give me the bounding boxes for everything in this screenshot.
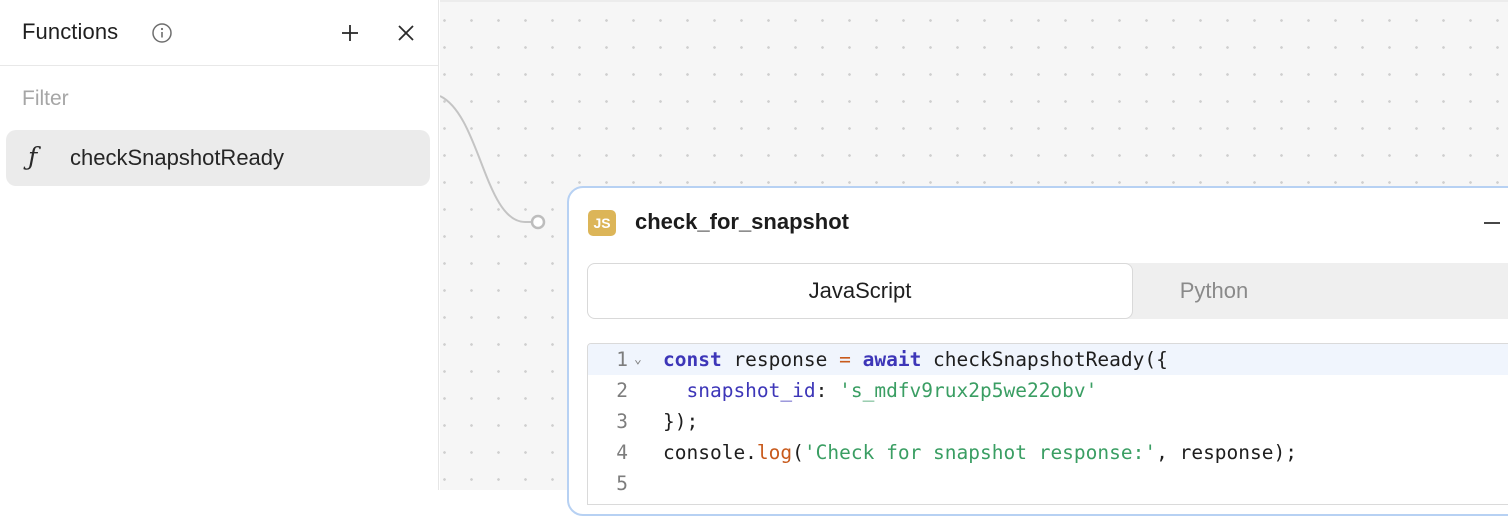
code-text: snapshot_id: 's_mdfv9rux2p5we22obv' xyxy=(686,379,1098,402)
line-number: 4 xyxy=(616,441,628,464)
code-text: }); xyxy=(663,410,699,433)
connection-edge xyxy=(440,95,546,230)
tab-javascript[interactable]: JavaScript xyxy=(587,263,1133,319)
language-tabs: JavaScript Python xyxy=(587,263,1508,319)
code-line: 2 snapshot_id: 's_mdfv9rux2p5we22obv' xyxy=(588,375,1508,406)
line-number: 1 xyxy=(616,348,628,371)
node-title: check_for_snapshot xyxy=(635,209,849,234)
minimize-icon[interactable] xyxy=(1481,212,1503,234)
filter-input[interactable] xyxy=(22,84,422,114)
close-icon[interactable] xyxy=(395,22,417,44)
sidebar-header: Functions xyxy=(0,0,438,66)
functions-sidebar: Functions ƒ checkSnapshotReady xyxy=(0,0,439,490)
fold-chevron-icon[interactable]: ⌄ xyxy=(634,344,642,375)
code-line: 5 xyxy=(588,468,1508,499)
line-number: 3 xyxy=(616,410,628,433)
tab-python-label: Python xyxy=(1179,278,1249,303)
js-icon: JS xyxy=(588,210,616,236)
info-icon[interactable] xyxy=(151,22,173,44)
code-line: 3 }); xyxy=(588,406,1508,437)
code-text: const response = await checkSnapshotRead… xyxy=(663,348,1168,371)
line-number: 2 xyxy=(616,379,628,402)
function-node[interactable]: JS check_for_snapshot JavaScript Python … xyxy=(567,186,1508,516)
code-editor[interactable]: 1 ⌄ const response = await checkSnapshot… xyxy=(587,343,1508,505)
plus-icon[interactable] xyxy=(339,22,361,44)
line-number: 5 xyxy=(616,472,628,495)
code-text: console.log('Check for snapshot response… xyxy=(663,441,1297,464)
tab-python[interactable]: Python xyxy=(1132,263,1508,319)
code-line: 1 ⌄ const response = await checkSnapshot… xyxy=(588,344,1508,375)
input-handle xyxy=(530,214,546,230)
code-line: 4 console.log('Check for snapshot respon… xyxy=(588,437,1508,468)
function-item-checksnapshotready[interactable]: ƒ checkSnapshotReady xyxy=(6,130,430,186)
function-icon: ƒ xyxy=(28,142,38,171)
function-item-label: checkSnapshotReady xyxy=(70,145,285,170)
sidebar-title: Functions xyxy=(22,19,119,44)
